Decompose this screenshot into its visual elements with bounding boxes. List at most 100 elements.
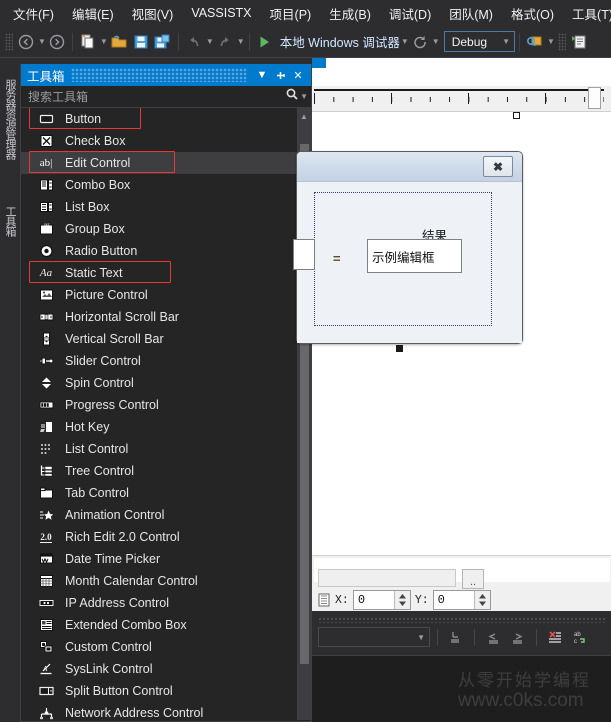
toolbar-separator xyxy=(178,33,179,51)
toolbox-item-tab-control[interactable]: Tab Control xyxy=(21,482,311,504)
toolbox-item-animation-control[interactable]: Animation Control xyxy=(21,504,311,526)
toolbox-item-list[interactable]: ButtonCheck Boxab|Edit Control Combo Box L… xyxy=(21,108,311,720)
toolbox-item-combo-box[interactable]: Combo Box xyxy=(21,174,311,196)
tab-order-icon[interactable]: abc xyxy=(569,627,591,647)
toolbox-search-caret-icon[interactable]: ▼ xyxy=(300,92,308,101)
menu-item-view[interactable]: 视图(V) xyxy=(123,1,183,26)
align-right-icon[interactable] xyxy=(507,627,529,647)
property-value-field[interactable] xyxy=(318,569,456,587)
x-spinner-arrows[interactable] xyxy=(394,591,410,609)
new-window-button[interactable] xyxy=(568,30,590,54)
vertical-tab-server-explorer[interactable]: 服务器资源管理器 xyxy=(0,60,20,178)
find-in-files-button[interactable] xyxy=(524,30,546,54)
menu-item-tools[interactable]: 工具(T) xyxy=(563,1,611,26)
redo-caret-icon[interactable]: ▼ xyxy=(237,37,245,46)
menu-item-project[interactable]: 项目(P) xyxy=(261,1,321,26)
menu-item-edit[interactable]: 编辑(E) xyxy=(63,1,123,26)
save-button[interactable] xyxy=(130,30,152,54)
toolbox-item-tree-control[interactable]: Tree Control xyxy=(21,460,311,482)
toolbox-item-edit-control[interactable]: ab|Edit Control xyxy=(21,152,311,174)
save-all-button[interactable] xyxy=(152,30,174,54)
navigate-forward-button[interactable] xyxy=(46,30,68,54)
restart-caret-icon[interactable]: ▼ xyxy=(432,37,440,46)
menu-item-vassistx[interactable]: VASSISTX xyxy=(182,3,260,23)
vertical-tab-toolbox[interactable]: 工具箱 xyxy=(0,186,20,256)
menu-item-build[interactable]: 生成(B) xyxy=(320,1,380,26)
toolbox-item-split-button-control[interactable]: Split Button Control xyxy=(21,680,311,702)
menu-item-debug[interactable]: 调试(D) xyxy=(380,1,440,26)
format-combo-caret-icon[interactable]: ▼ xyxy=(417,633,425,642)
menu-item-format[interactable]: 格式(O) xyxy=(502,1,563,26)
restart-button[interactable] xyxy=(409,30,431,54)
menu-item-file[interactable]: 文件(F) xyxy=(4,1,63,26)
toolbox-drag-dots[interactable] xyxy=(71,68,247,82)
x-spinner[interactable]: 0 xyxy=(353,590,411,610)
dialog-preview[interactable]: ✖ = 结果 示例编辑框 xyxy=(296,151,523,344)
x-value[interactable]: 0 xyxy=(354,593,394,607)
dialog-left-edit-box[interactable] xyxy=(293,239,315,270)
toolbox-item-vertical-scroll-bar[interactable]: Vertical Scroll Bar xyxy=(21,328,311,350)
toolbox-item-label: Combo Box xyxy=(65,178,130,192)
toolbox-item-check-box[interactable]: Check Box xyxy=(21,130,311,152)
chevron-down-icon[interactable]: ▼ xyxy=(253,66,271,84)
toolbox-item-horizontal-scroll-bar[interactable]: Horizontal Scroll Bar xyxy=(21,306,311,328)
open-file-button[interactable] xyxy=(108,30,130,54)
new-item-caret-icon[interactable]: ▼ xyxy=(100,37,108,46)
menu-item-team[interactable]: 团队(M) xyxy=(440,1,502,26)
start-debug-label[interactable]: 本地 Windows 调试器 xyxy=(280,32,400,51)
toolbox-search-input[interactable] xyxy=(28,90,285,104)
toolbox-item-month-calendar-control[interactable]: Month Calendar Control xyxy=(21,570,311,592)
y-value[interactable]: 0 xyxy=(434,593,474,607)
align-left-icon[interactable] xyxy=(482,627,504,647)
toolbox-item-extended-combo-box[interactable]: Extended Combo Box xyxy=(21,614,311,636)
toolbox-item-progress-control[interactable]: Progress Control xyxy=(21,394,311,416)
navigate-backward-button[interactable] xyxy=(15,30,37,54)
property-ellipsis-button[interactable]: .. xyxy=(462,569,484,589)
selection-handle-bottom-center[interactable] xyxy=(396,345,403,352)
undo-button[interactable] xyxy=(183,30,205,54)
toolbox-item-button[interactable]: Button xyxy=(21,108,311,130)
ruler-knob[interactable] xyxy=(588,87,601,109)
format-toolbar-grip[interactable] xyxy=(318,617,606,623)
y-spinner[interactable]: 0 xyxy=(433,590,491,610)
toolbox-item-date-time-picker[interactable]: Date Time Picker xyxy=(21,548,311,570)
pin-icon[interactable] xyxy=(271,66,289,84)
toolbox-item-ip-address-control[interactable]: IP Address Control xyxy=(21,592,311,614)
toolbox-item-rich-edit-2-0-control[interactable]: 2.0Rich Edit 2.0 Control xyxy=(21,526,311,548)
dialog-title-bar[interactable]: ✖ xyxy=(297,152,522,182)
start-debug-button[interactable] xyxy=(254,30,276,54)
dialog-canvas[interactable]: ✖ = 结果 示例编辑框 xyxy=(312,112,611,555)
navigate-backward-caret-icon[interactable]: ▼ xyxy=(38,37,46,46)
undo-caret-icon[interactable]: ▼ xyxy=(206,37,214,46)
scroll-up-arrow-icon[interactable]: ▲ xyxy=(297,108,311,124)
new-item-button[interactable] xyxy=(77,30,99,54)
toolbox-item-syslink-control[interactable]: ASysLink Control xyxy=(21,658,311,680)
solution-configuration-combo[interactable]: Debug ▼ xyxy=(444,31,515,52)
toolbox-item-list-box[interactable]: List Box xyxy=(21,196,311,218)
toolbox-item-custom-control[interactable]: Custom Control xyxy=(21,636,311,658)
solution-configuration-caret-icon[interactable]: ▼ xyxy=(502,37,510,46)
dialog-close-button[interactable]: ✖ xyxy=(483,156,513,177)
redo-button[interactable] xyxy=(214,30,236,54)
toolbox-item-list-control[interactable]: List Control xyxy=(21,438,311,460)
toolbox-item-slider-control[interactable]: Slider Control xyxy=(21,350,311,372)
toolbox-item-group-box[interactable]: xyzGroup Box xyxy=(21,218,311,240)
start-debug-caret-icon[interactable]: ▼ xyxy=(401,37,409,46)
align-bottom-icon[interactable] xyxy=(445,627,467,647)
toolbox-item-radio-button[interactable]: Radio Button xyxy=(21,240,311,262)
toolbox-item-spin-control[interactable]: Spin Control xyxy=(21,372,311,394)
y-spinner-arrows[interactable] xyxy=(474,591,490,609)
toolbar-grip-2[interactable] xyxy=(558,33,566,51)
close-icon[interactable]: ✕ xyxy=(289,66,307,84)
toggle-grid-icon[interactable] xyxy=(544,627,566,647)
dialog-sample-edit-box[interactable]: 示例编辑框 xyxy=(367,239,462,273)
format-combo[interactable]: ▼ xyxy=(318,627,430,647)
toolbox-item-static-text[interactable]: AaStatic Text xyxy=(21,262,311,284)
toolbox-item-network-address-control[interactable]: Network Address Control xyxy=(21,702,311,720)
selection-handle-top-right[interactable] xyxy=(513,112,520,119)
find-caret-icon[interactable]: ▼ xyxy=(547,37,555,46)
toolbox-item-picture-control[interactable]: Picture Control xyxy=(21,284,311,306)
search-icon[interactable] xyxy=(285,87,299,106)
toolbar-grip[interactable] xyxy=(5,33,13,51)
toolbox-item-hot-key[interactable]: Hot Key xyxy=(21,416,311,438)
